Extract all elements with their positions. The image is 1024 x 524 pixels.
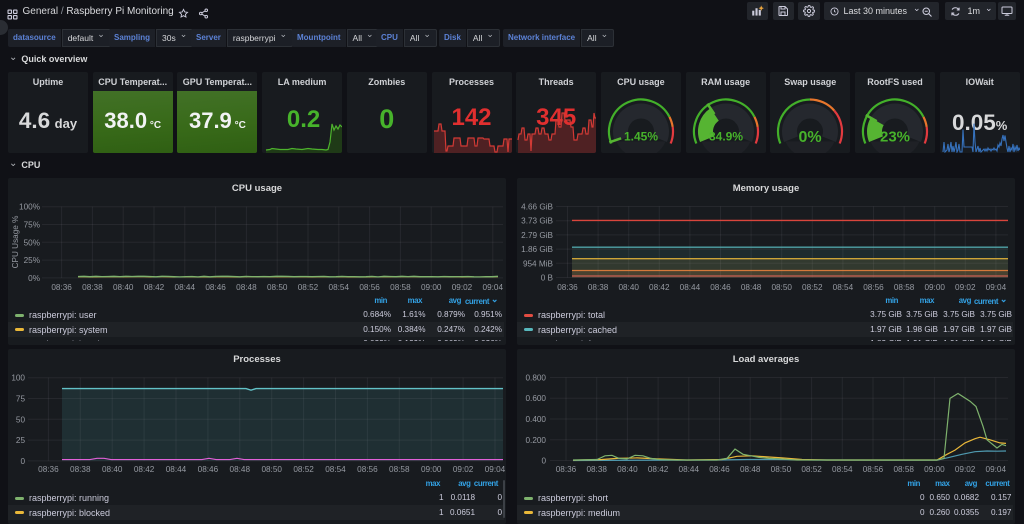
svg-text:09:02: 09:02	[955, 465, 976, 474]
svg-text:08:40: 08:40	[617, 465, 638, 474]
svg-text:09:00: 09:00	[924, 283, 945, 292]
svg-text:08:56: 08:56	[863, 465, 884, 474]
svg-text:08:42: 08:42	[144, 283, 165, 292]
svg-text:08:48: 08:48	[230, 465, 251, 474]
svg-text:08:56: 08:56	[359, 283, 380, 292]
svg-text:08:40: 08:40	[618, 283, 639, 292]
svg-text:0 B: 0 B	[541, 274, 554, 283]
svg-text:08:44: 08:44	[679, 465, 700, 474]
svg-text:08:46: 08:46	[198, 465, 219, 474]
svg-text:08:44: 08:44	[680, 283, 701, 292]
svg-text:2.79 GiB: 2.79 GiB	[521, 231, 553, 240]
svg-text:08:58: 08:58	[390, 283, 411, 292]
svg-text:0%: 0%	[28, 274, 40, 283]
svg-text:100: 100	[11, 374, 25, 383]
svg-text:08:40: 08:40	[102, 465, 123, 474]
svg-text:08:50: 08:50	[267, 283, 288, 292]
svg-text:08:36: 08:36	[556, 465, 577, 474]
svg-text:08:52: 08:52	[802, 283, 823, 292]
svg-text:08:54: 08:54	[832, 465, 853, 474]
svg-text:08:54: 08:54	[329, 283, 350, 292]
svg-text:08:50: 08:50	[771, 465, 792, 474]
svg-text:25: 25	[16, 436, 26, 445]
svg-text:09:04: 09:04	[986, 465, 1007, 474]
svg-text:08:40: 08:40	[113, 283, 134, 292]
svg-text:08:36: 08:36	[557, 283, 578, 292]
svg-text:08:38: 08:38	[586, 465, 607, 474]
svg-text:25%: 25%	[24, 256, 40, 265]
svg-text:08:58: 08:58	[893, 465, 914, 474]
svg-text:09:02: 09:02	[955, 283, 976, 292]
svg-text:08:44: 08:44	[166, 465, 187, 474]
svg-text:0: 0	[20, 457, 25, 466]
svg-text:50: 50	[16, 415, 26, 424]
svg-text:3.73 GiB: 3.73 GiB	[521, 217, 553, 226]
svg-text:08:58: 08:58	[389, 465, 410, 474]
svg-text:09:02: 09:02	[453, 465, 474, 474]
svg-text:08:52: 08:52	[293, 465, 314, 474]
svg-text:100%: 100%	[19, 203, 40, 212]
svg-text:0.800: 0.800	[526, 374, 547, 383]
svg-text:08:56: 08:56	[863, 283, 884, 292]
svg-text:08:54: 08:54	[325, 465, 346, 474]
svg-text:09:00: 09:00	[421, 283, 442, 292]
svg-text:08:42: 08:42	[134, 465, 155, 474]
svg-text:4.66 GiB: 4.66 GiB	[521, 203, 553, 212]
svg-text:1.45%: 1.45%	[624, 130, 658, 144]
svg-text:08:48: 08:48	[236, 283, 257, 292]
svg-text:0.600: 0.600	[526, 394, 547, 403]
svg-text:08:42: 08:42	[649, 283, 670, 292]
svg-text:08:56: 08:56	[357, 465, 378, 474]
svg-text:75: 75	[16, 395, 26, 404]
svg-text:08:46: 08:46	[710, 283, 731, 292]
svg-text:08:36: 08:36	[38, 465, 59, 474]
svg-text:23%: 23%	[880, 129, 910, 146]
svg-text:08:46: 08:46	[709, 465, 730, 474]
svg-text:08:52: 08:52	[801, 465, 822, 474]
svg-text:09:00: 09:00	[421, 465, 442, 474]
svg-text:0: 0	[541, 457, 546, 466]
svg-text:CPU Usage %: CPU Usage %	[11, 216, 20, 269]
svg-text:09:04: 09:04	[485, 465, 506, 474]
svg-text:08:42: 08:42	[648, 465, 669, 474]
svg-text:954 MiB: 954 MiB	[523, 259, 554, 268]
svg-text:08:38: 08:38	[82, 283, 103, 292]
svg-text:50%: 50%	[24, 238, 40, 247]
svg-text:09:04: 09:04	[483, 283, 504, 292]
svg-text:1.86 GiB: 1.86 GiB	[521, 245, 553, 254]
svg-text:09:02: 09:02	[452, 283, 473, 292]
svg-text:08:38: 08:38	[588, 283, 609, 292]
svg-text:08:48: 08:48	[740, 465, 761, 474]
svg-text:08:58: 08:58	[894, 283, 915, 292]
svg-text:75%: 75%	[24, 221, 40, 230]
svg-text:08:48: 08:48	[741, 283, 762, 292]
svg-text:0%: 0%	[799, 129, 822, 146]
svg-text:08:46: 08:46	[205, 283, 226, 292]
svg-text:08:52: 08:52	[298, 283, 319, 292]
svg-text:08:50: 08:50	[771, 283, 792, 292]
svg-text:34.9%: 34.9%	[709, 130, 743, 144]
svg-text:09:04: 09:04	[986, 283, 1007, 292]
svg-text:08:36: 08:36	[51, 283, 72, 292]
svg-text:08:50: 08:50	[261, 465, 282, 474]
svg-text:08:38: 08:38	[70, 465, 91, 474]
svg-text:08:54: 08:54	[833, 283, 854, 292]
svg-text:09:00: 09:00	[924, 465, 945, 474]
svg-text:0.200: 0.200	[526, 436, 547, 445]
svg-text:0.400: 0.400	[526, 415, 547, 424]
svg-text:08:44: 08:44	[175, 283, 196, 292]
